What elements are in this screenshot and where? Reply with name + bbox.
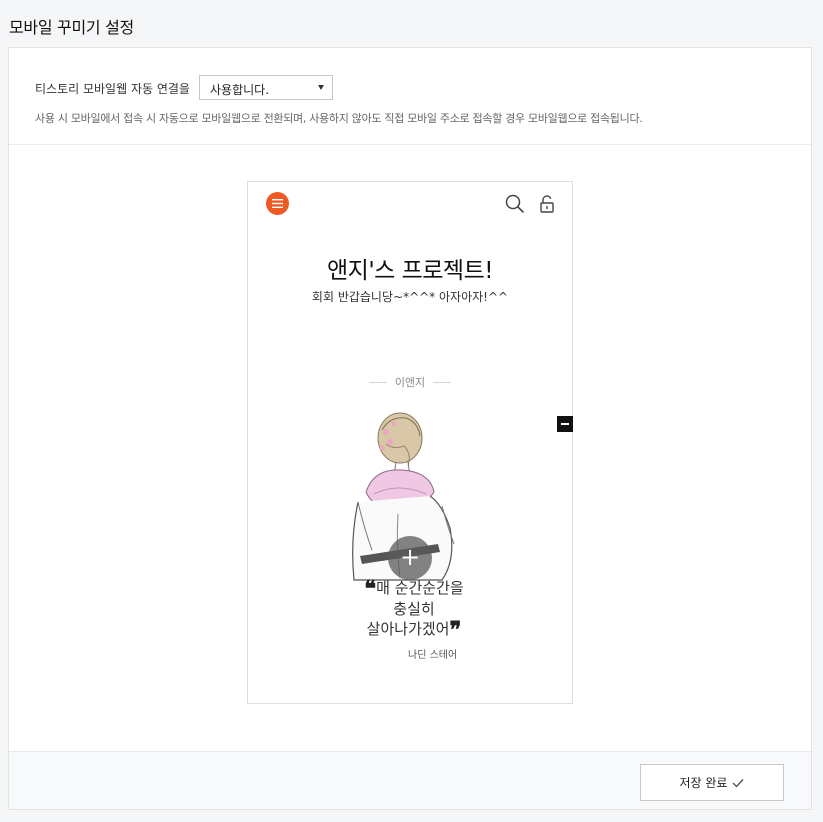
quote-line-1: 매 순간순간을 [376,579,464,597]
add-widget-button[interactable]: + [388,536,432,580]
blog-title: 앤지'스 프로젝트! [327,258,493,284]
quote-text: ❝매 순간순간을 충실히 살아나가겠어❞ [344,576,484,643]
close-quote-icon: ❞ [449,617,462,643]
settings-area: 티스토리 모바일웹 자동 연결을 사용합니다. 사용 시 모바일에서 접속 시 … [9,48,811,145]
auto-connect-description: 사용 시 모바일에서 접속 시 자동으로 모바일웹으로 전환되며, 사용하지 않… [35,112,643,125]
lock-icon[interactable] [539,194,555,214]
caret-down-icon [318,85,324,90]
open-quote-icon: ❝ [364,576,377,602]
profile-name: 이앤지 [394,376,426,389]
profile-name-row: 이앤지 [248,374,572,390]
menu-icon [272,199,283,208]
plus-icon: + [399,543,421,571]
auto-connect-select[interactable]: 사용합니다. [199,75,333,100]
quote-author: 나딘 스테어 [408,650,458,661]
divider-right [433,381,452,383]
check-icon [732,778,744,788]
quote-line-3: 살아나가겠어 [366,620,450,638]
mobile-preview: 앤지'스 프로젝트! 회회 반갑습니당~*^^* 아자아자!^^ 이앤지 + ❝… [247,181,573,704]
quote-line-2: 충실히 [393,600,435,618]
save-button-label: 저장 완료 [679,776,728,790]
footer-bar: 저장 완료 [9,751,811,809]
search-icon[interactable] [505,194,525,214]
menu-button[interactable] [266,192,289,215]
collapse-button[interactable] [557,416,573,432]
settings-panel: 티스토리 모바일웹 자동 연결을 사용합니다. 사용 시 모바일에서 접속 시 … [8,47,812,810]
auto-connect-label: 티스토리 모바일웹 자동 연결을 [35,82,190,96]
blog-subtitle: 회회 반갑습니당~*^^* 아자아자!^^ [311,290,509,304]
divider-left [368,381,387,383]
save-button[interactable]: 저장 완료 [640,764,784,801]
auto-connect-select-value: 사용합니다. [210,83,270,97]
page-title: 모바일 꾸미기 설정 [9,18,134,37]
